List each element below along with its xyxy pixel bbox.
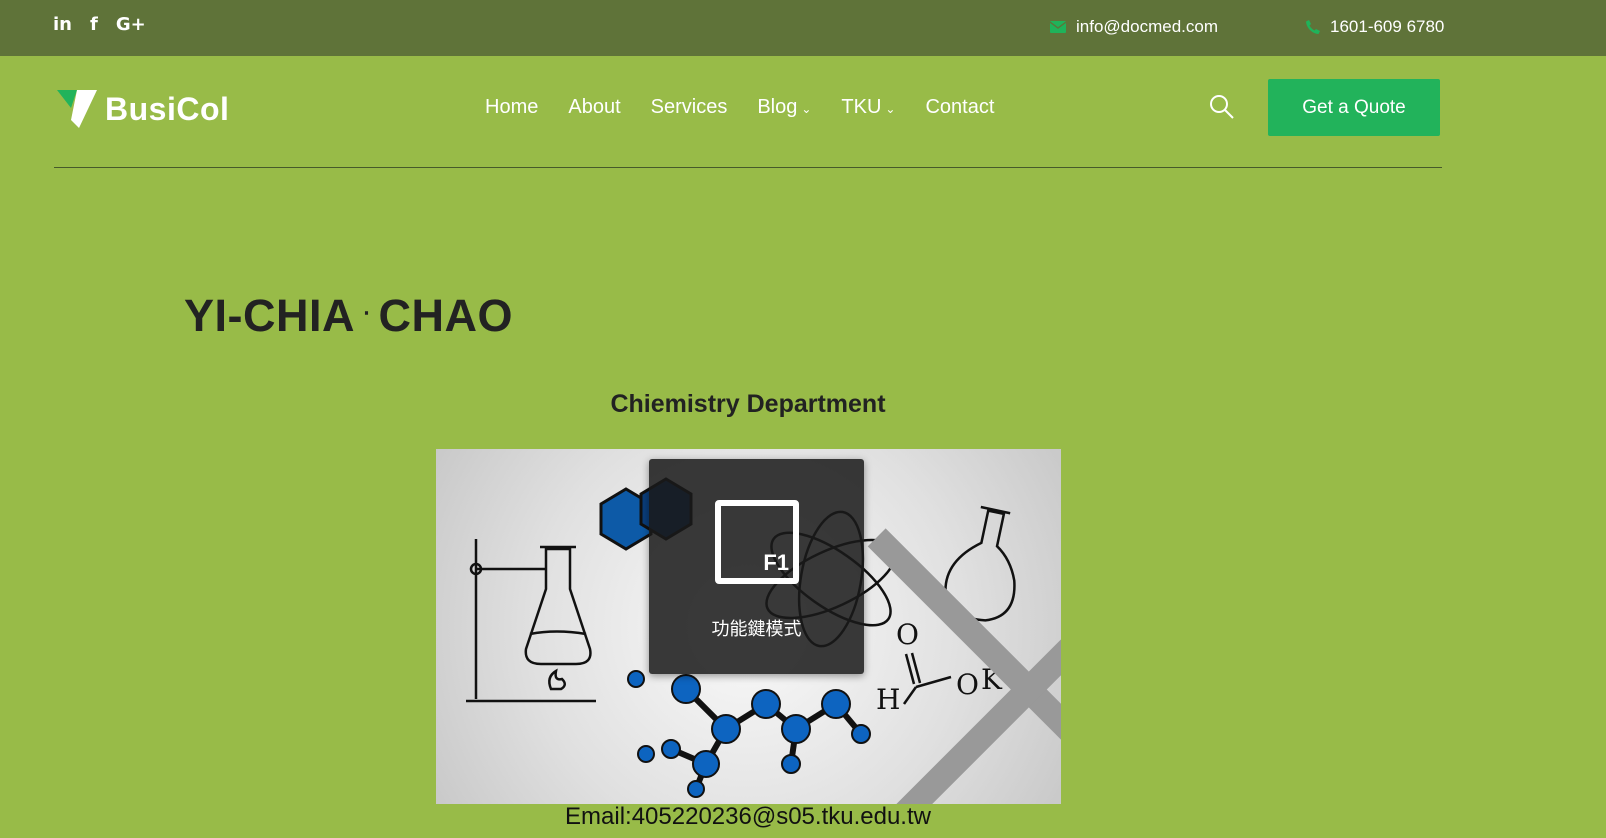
logo-mark-icon [57,90,97,128]
contact-email-text: info@docmed.com [1076,17,1218,36]
function-key-label: F1 [763,550,789,575]
envelope-icon [1050,21,1066,33]
nav-home[interactable]: Home [485,96,538,119]
main-header: BusiCol Home About Services Blog ⌄ TKU ⌄ C… [0,56,1606,169]
contact-email[interactable]: info@docmed.com [1050,17,1218,37]
function-key-overlay: F1 功能鍵模式 [649,459,1061,804]
google-plus-icon[interactable]: G+ [116,14,146,35]
nav-services[interactable]: Services [651,96,728,119]
logo-text: BusiCol [105,90,230,127]
nav-about-label: About [568,96,621,118]
chevron-down-icon: ⌄ [885,101,896,116]
header-divider [54,167,1442,168]
profile-email[interactable]: Email:405220236@s05.tku.edu.tw [0,803,1496,831]
name-separator: ‧ [363,301,371,326]
first-name: YI-CHIA [184,290,355,341]
last-name: CHAO [378,290,513,341]
nav-about[interactable]: About [568,96,620,119]
nav-tku[interactable]: TKU ⌄ [841,96,895,119]
function-key-icon: F1 [715,500,1061,804]
get-quote-button[interactable]: Get a Quote [1268,79,1440,136]
page-title: YI-CHIA ‧ CHAO [184,290,513,342]
nav-contact-label: Contact [925,96,995,118]
social-links: in f G+ [53,14,146,35]
department-heading: Chiemistry Department [610,390,886,418]
contact-phone-text: 1601-609 6780 [1330,17,1445,36]
nav-tku-label: TKU [841,96,882,118]
nav-contact[interactable]: Contact [925,96,994,119]
nav-services-label: Services [650,96,728,118]
nav-home-label: Home [485,96,539,118]
phone-icon [1306,20,1320,34]
chevron-down-icon: ⌄ [801,101,812,116]
nav-blog-label: Blog [757,96,798,118]
search-icon[interactable] [1209,94,1235,120]
nav-blog[interactable]: Blog ⌄ [757,96,811,119]
main-nav: Home About Services Blog ⌄ TKU ⌄ Contact [485,96,994,119]
top-bar: in f G+ info@docmed.com 1601-609 6780 [0,0,1606,56]
facebook-icon[interactable]: f [90,14,98,35]
function-key-mode-text: 功能鍵模式 [711,619,802,640]
chemistry-illustration: O H O K F1 功能鍵模式 [436,449,1061,804]
linkedin-icon[interactable]: in [53,14,72,35]
contact-phone[interactable]: 1601-609 6780 [1306,17,1444,37]
logo[interactable]: BusiCol [57,90,229,128]
